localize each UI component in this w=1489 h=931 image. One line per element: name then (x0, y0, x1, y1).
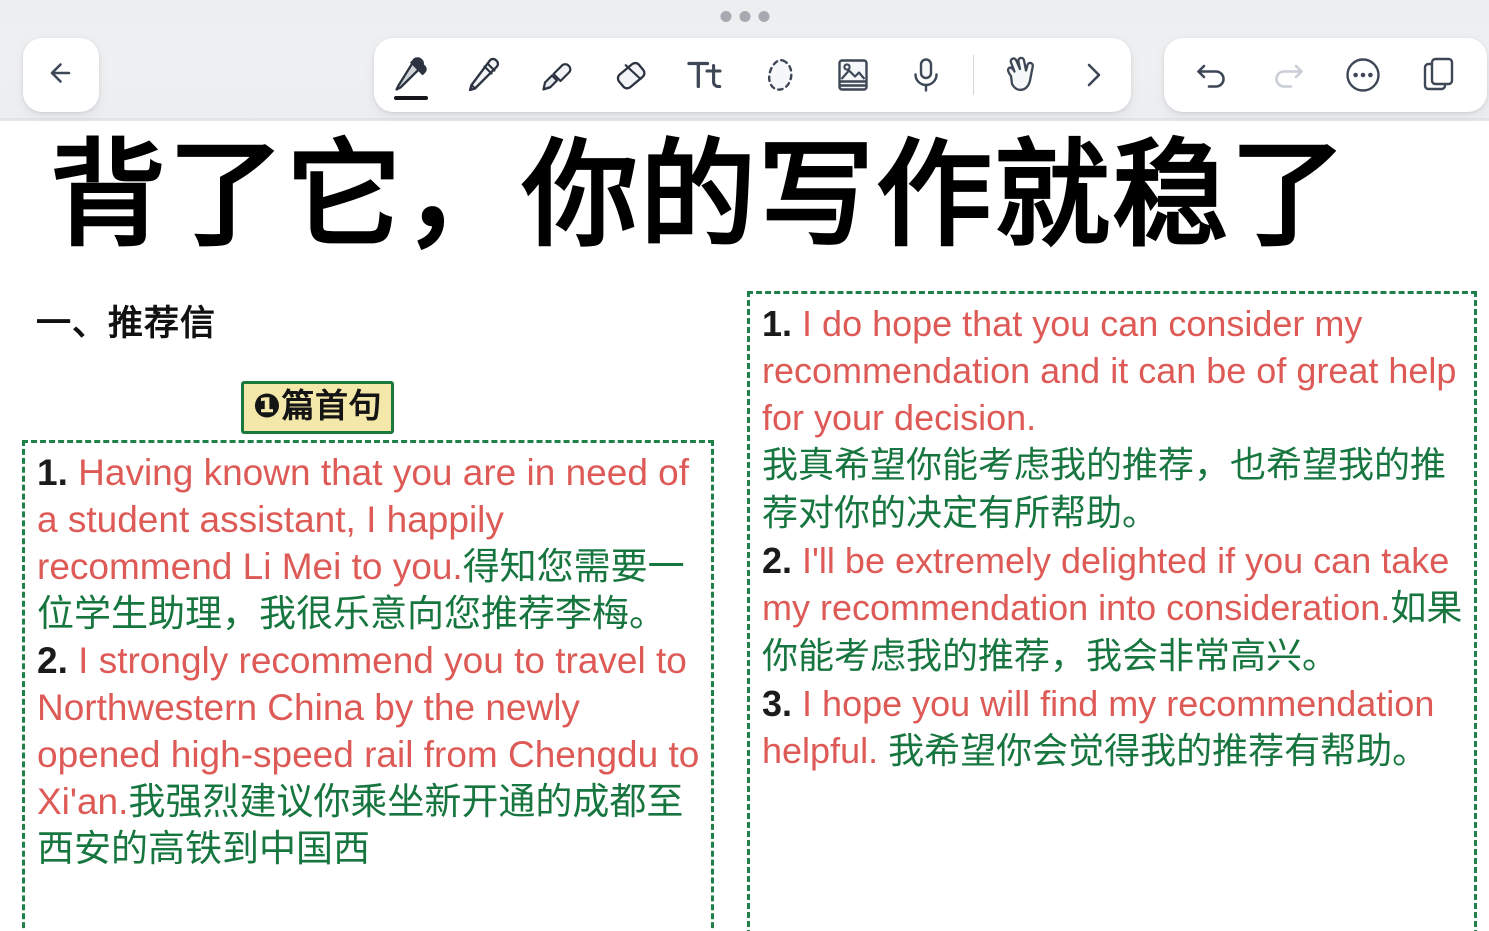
entry-chinese: 我强烈建议你乘坐新开通的成都至西安的高铁到中国西 (37, 780, 684, 870)
toolbar-separator (972, 55, 974, 95)
window-drag-handle[interactable] (720, 11, 769, 22)
chevron-right-icon (1077, 58, 1111, 92)
undo-button[interactable] (1181, 44, 1243, 106)
back-button[interactable] (23, 38, 99, 112)
right-note-box[interactable]: 1. I do hope that you can consider my re… (747, 291, 1477, 931)
text-tool[interactable] (674, 44, 736, 106)
list-item: 3. I hope you will find my recommendatio… (762, 680, 1464, 775)
more-horizontal-icon (1340, 52, 1386, 98)
entry-number: 1. (37, 452, 68, 493)
entry-number: 2. (762, 540, 793, 581)
highlighter-tool[interactable] (527, 44, 589, 106)
arrow-left-icon (41, 53, 81, 98)
pages-icon (1416, 52, 1462, 98)
list-item: 2. I'll be extremely delighted if you ca… (762, 537, 1464, 680)
right-note-content: 1. I do hope that you can consider my re… (750, 294, 1474, 775)
entry-number: 3. (762, 683, 793, 724)
entry-chinese: 我希望你会觉得我的推荐有帮助。 (888, 731, 1429, 772)
more-options-button[interactable] (1332, 44, 1394, 106)
pencil-tool[interactable] (454, 44, 516, 106)
text-icon (682, 52, 728, 98)
left-note-box[interactable]: 1. Having known that you are in need of … (22, 440, 714, 931)
undo-icon (1191, 54, 1233, 96)
note-canvas[interactable]: 背了它，你的写作就稳了 一、推荐信 ❶篇首句 1. Having known t… (0, 121, 1489, 931)
lasso-select-icon (756, 52, 802, 98)
image-icon (830, 52, 876, 98)
redo-icon (1267, 54, 1309, 96)
audio-record-tool[interactable] (895, 44, 957, 106)
insert-image-tool[interactable] (822, 44, 884, 106)
pencil-icon (462, 52, 508, 98)
highlighter-icon (535, 52, 581, 98)
pages-button[interactable] (1408, 44, 1470, 106)
redo-button[interactable] (1257, 44, 1319, 106)
drag-dot (739, 11, 750, 22)
entry-number: 1. (762, 303, 793, 344)
hand-icon (997, 52, 1043, 98)
entry-chinese: 我真希望你能考虑我的推荐，也希望我的推荐对你的决定有所帮助。 (762, 445, 1447, 534)
pen-icon (388, 52, 434, 98)
toolbar-bar (0, 0, 1489, 121)
expand-toolbar[interactable] (1063, 44, 1125, 106)
status-badge: ❶篇首句 (241, 381, 394, 434)
section-heading: 一、推荐信 (36, 304, 217, 344)
list-item: 2. I strongly recommend you to travel to… (37, 637, 701, 872)
document-actions-group (1164, 38, 1487, 112)
drag-dot (758, 11, 769, 22)
drag-dot (720, 11, 731, 22)
microphone-icon (903, 52, 949, 98)
drawing-tools-group (374, 38, 1131, 112)
eraser-tool[interactable] (601, 44, 663, 106)
eraser-icon (609, 52, 655, 98)
pen-tool[interactable] (380, 44, 442, 106)
entry-number: 2. (37, 640, 68, 681)
hand-drag-tool[interactable] (989, 44, 1051, 106)
list-item: 1. I do hope that you can consider my re… (762, 300, 1464, 537)
lasso-select-tool[interactable] (748, 44, 810, 106)
list-item: 1. Having known that you are in need of … (37, 449, 701, 637)
page-title: 背了它，你的写作就稳了 (50, 128, 1348, 263)
entry-english: I'll be extremely delighted if you can t… (762, 540, 1450, 628)
note-app-window: 背了它，你的写作就稳了 一、推荐信 ❶篇首句 1. Having known t… (0, 0, 1489, 931)
left-note-content: 1. Having known that you are in need of … (25, 443, 711, 872)
entry-english: I do hope that you can consider my recom… (762, 303, 1457, 438)
